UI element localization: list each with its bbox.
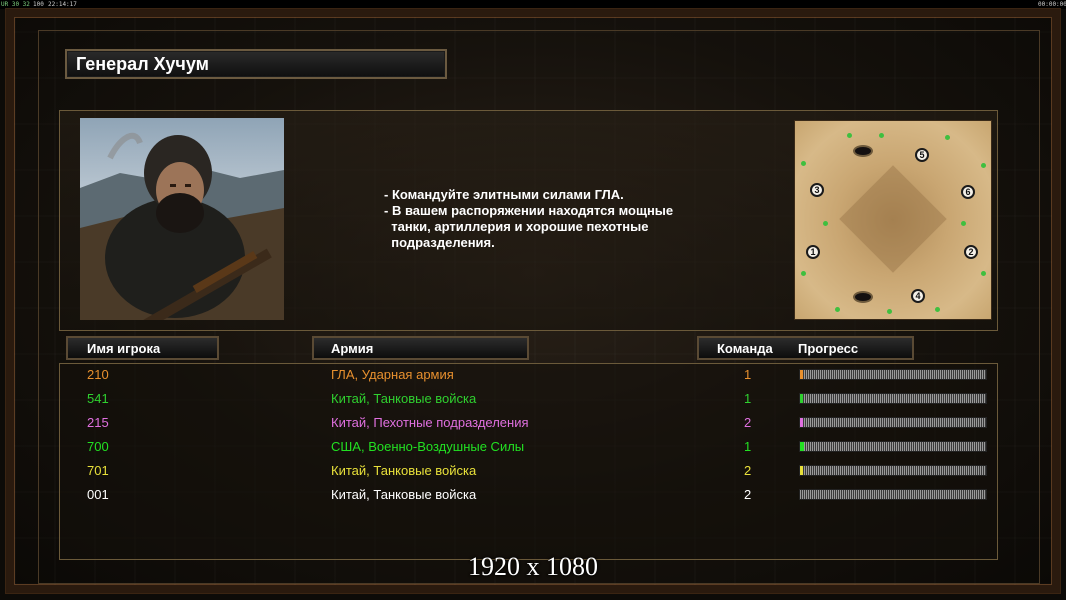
player-name: 701	[87, 463, 109, 478]
map-crater	[853, 145, 873, 157]
player-row: 215 Китай, Пехотные подразделения 2	[0, 414, 1066, 438]
general-title: Генерал Хучум	[76, 54, 209, 74]
general-description: - Командуйте элитными силами ГЛА. - В ва…	[384, 187, 714, 251]
status-mid: 100	[33, 1, 44, 8]
player-team: 1	[744, 439, 752, 454]
map-tree-icon	[935, 307, 940, 312]
map-tree-icon	[801, 271, 806, 276]
column-header-player[interactable]: Имя игрока	[66, 336, 219, 360]
progress-fill	[800, 466, 803, 475]
player-army: Китай, Танковые войска	[331, 463, 477, 478]
progress-bar	[799, 369, 987, 380]
map-tree-icon	[801, 161, 806, 166]
status-left: UR 30 32	[1, 1, 30, 8]
spawn-marker: 4	[911, 289, 925, 303]
player-army: Китай, Танковые войска	[331, 391, 477, 406]
description-line: - Командуйте элитными силами ГЛА.	[384, 187, 624, 202]
map-tree-icon	[847, 133, 852, 138]
map-tree-icon	[887, 309, 892, 314]
map-tree-icon	[961, 221, 966, 226]
status-right: 00:00:00	[1038, 1, 1066, 8]
top-status-bar: UR 30 32 100 22:14:17 00:00:00	[0, 0, 1066, 9]
status-time: 22:14:17	[48, 1, 77, 8]
progress-bar	[799, 417, 987, 428]
map-tree-icon	[981, 163, 986, 168]
player-name: 210	[87, 367, 109, 382]
spawn-marker: 6	[961, 185, 975, 199]
description-line: подразделения.	[384, 235, 495, 250]
player-team: 2	[744, 487, 752, 502]
column-header-label: Команда	[717, 341, 773, 356]
map-tree-icon	[981, 271, 986, 276]
general-title-box: Генерал Хучум	[65, 49, 447, 79]
description-line: танки, артиллерия и хорошие пехотные	[384, 219, 649, 234]
map-tree-icon	[945, 135, 950, 140]
map-preview: 1 2 3 4 5 6	[794, 120, 992, 320]
column-header-team-progress[interactable]: Команда Прогресс	[697, 336, 914, 360]
spawn-marker: 5	[915, 148, 929, 162]
player-name: 541	[87, 391, 109, 406]
player-army: Китай, Танковые войска	[331, 487, 477, 502]
player-row: 700 США, Военно-Воздушные Силы 1	[0, 438, 1066, 462]
description-line: - В вашем распоряжении находятся мощные	[384, 203, 674, 218]
player-row: 001 Китай, Танковые войска 2	[0, 486, 1066, 510]
player-row: 541 Китай, Танковые войска 1	[0, 390, 1066, 414]
map-center-plaza	[839, 165, 947, 273]
progress-bar	[799, 465, 987, 476]
player-team: 1	[744, 367, 752, 382]
resolution-label: 1920 x 1080	[468, 552, 598, 581]
general-portrait	[80, 118, 284, 320]
progress-bar	[799, 441, 987, 452]
map-tree-icon	[835, 307, 840, 312]
column-header-label: Армия	[331, 341, 374, 356]
player-army: США, Военно-Воздушные Силы	[331, 439, 525, 454]
player-army: Китай, Пехотные подразделения	[331, 415, 529, 430]
progress-fill	[800, 418, 803, 427]
spawn-marker: 1	[806, 245, 820, 259]
player-row: 701 Китай, Танковые войска 2	[0, 462, 1066, 486]
progress-bar	[799, 393, 987, 404]
player-team: 2	[744, 463, 752, 478]
progress-fill	[800, 394, 803, 403]
player-name: 215	[87, 415, 109, 430]
player-name: 700	[87, 439, 109, 454]
column-header-label: Имя игрока	[87, 341, 161, 356]
progress-fill	[800, 442, 804, 451]
player-army: ГЛА, Ударная армия	[331, 367, 454, 382]
player-name: 001	[87, 487, 109, 502]
player-row: 210 ГЛА, Ударная армия 1	[0, 366, 1066, 390]
progress-bar	[799, 489, 987, 500]
player-team: 2	[744, 415, 752, 430]
spawn-marker: 2	[964, 245, 978, 259]
map-tree-icon	[823, 221, 828, 226]
column-header-army[interactable]: Армия	[312, 336, 529, 360]
spawn-marker: 3	[810, 183, 824, 197]
progress-fill	[800, 370, 803, 379]
player-team: 1	[744, 391, 752, 406]
map-tree-icon	[879, 133, 884, 138]
map-crater	[853, 291, 873, 303]
column-header-label: Прогресс	[798, 341, 859, 356]
